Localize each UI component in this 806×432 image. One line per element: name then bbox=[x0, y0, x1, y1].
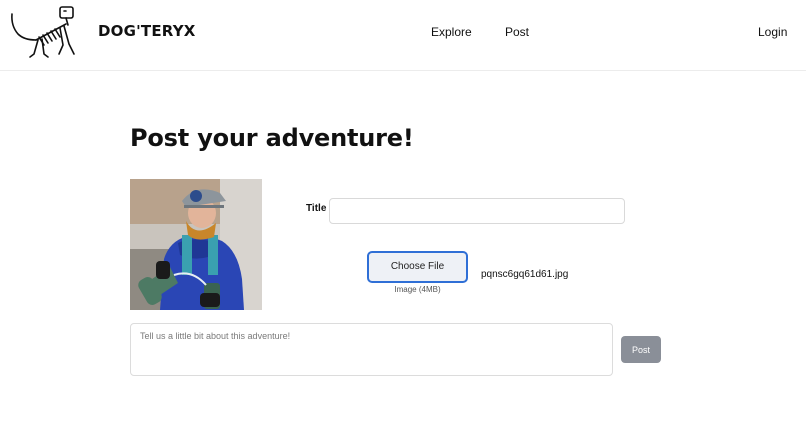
top-navbar: DOG'TERYX Explore Post Login bbox=[0, 0, 806, 71]
title-label: Title bbox=[306, 203, 327, 214]
brand-name[interactable]: DOG'TERYX bbox=[98, 22, 196, 40]
image-preview bbox=[130, 179, 262, 310]
page-title: Post your adventure! bbox=[130, 124, 414, 152]
post-submit-button[interactable]: Post bbox=[621, 336, 661, 363]
file-size-hint: Image (4MB) bbox=[394, 285, 441, 294]
nav-post-link[interactable]: Post bbox=[505, 25, 529, 39]
description-textarea[interactable] bbox=[130, 323, 613, 376]
hiker-photo-image bbox=[130, 179, 262, 310]
choose-file-button[interactable]: Choose File bbox=[367, 251, 468, 283]
nav-login-link[interactable]: Login bbox=[758, 25, 787, 39]
dog-skeleton-logo-icon[interactable] bbox=[8, 2, 78, 62]
selected-file-name: pqnsc6gq61d61.jpg bbox=[481, 269, 569, 280]
nav-explore-link[interactable]: Explore bbox=[431, 25, 472, 39]
title-input[interactable] bbox=[329, 198, 625, 224]
